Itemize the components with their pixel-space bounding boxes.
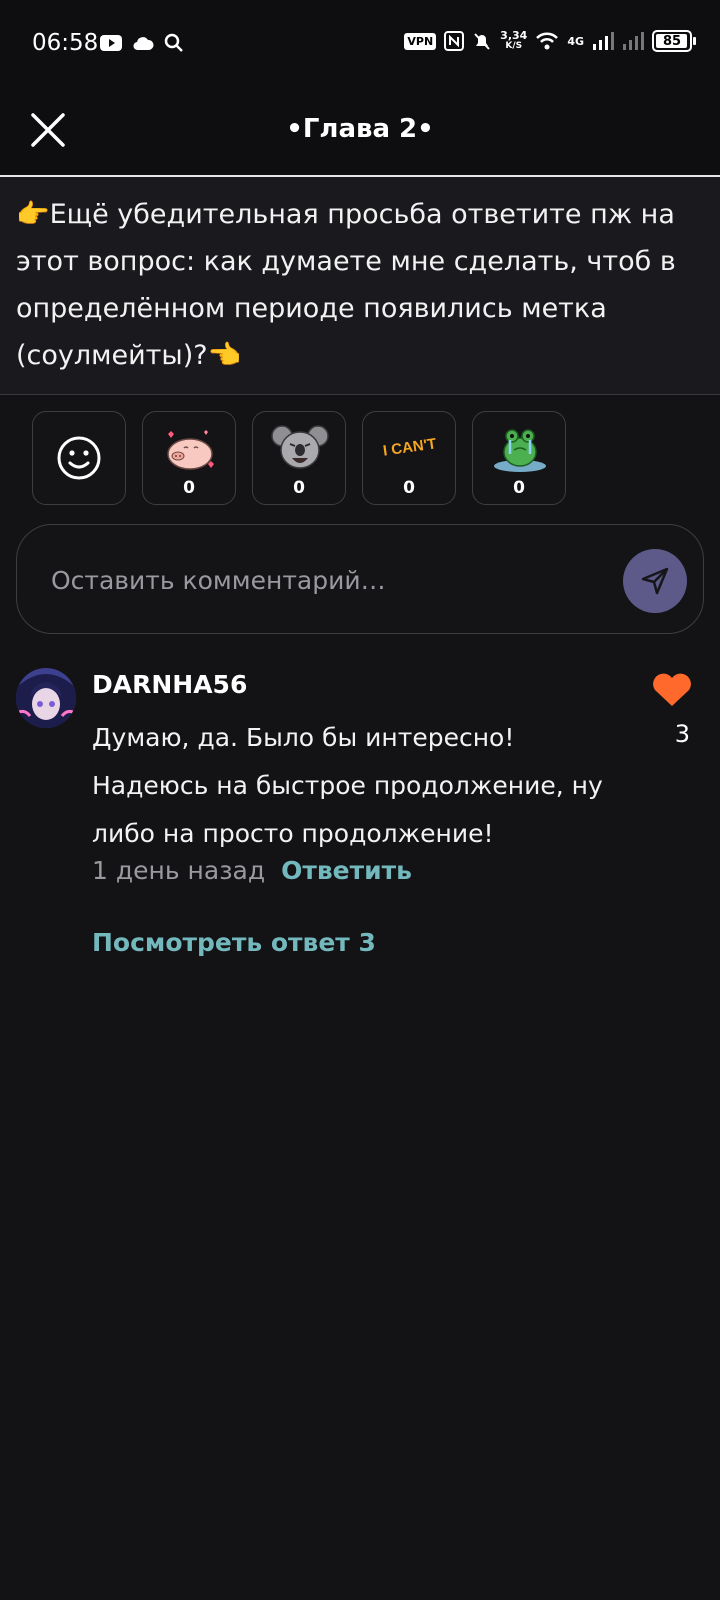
emoji-smile-icon (57, 436, 100, 479)
comment-text: Думаю, да. Было бы интересно! Надеюсь на… (92, 723, 603, 848)
speed-value: 3,34 (500, 29, 528, 42)
comment-composer (16, 524, 704, 634)
cloud-icon (133, 37, 154, 51)
reply-button[interactable]: Ответить (281, 856, 412, 885)
reaction-pig[interactable]: 0 (142, 411, 236, 505)
frog-crying-sticker (494, 429, 546, 472)
wifi-icon (536, 32, 559, 50)
vpn-badge: VPN (404, 32, 437, 50)
send-button[interactable] (623, 549, 687, 613)
mute-bell-icon (474, 33, 490, 50)
reaction-count: 0 (403, 478, 415, 498)
author-notice: 👉Ещё убедительная просьба ответите пж на… (0, 177, 720, 395)
reaction-count: 0 (183, 478, 195, 498)
signal-icon (593, 32, 614, 50)
youtube-icon (100, 35, 122, 51)
status-time: 06:58 (32, 30, 99, 56)
comment-time: 1 день назад (92, 856, 266, 885)
nfc-icon (444, 31, 465, 51)
like-count: 3 (674, 720, 690, 748)
notice-text: 👉Ещё убедительная просьба ответите пж на… (16, 199, 676, 371)
i-cant-text: I CAN'T (382, 435, 437, 459)
add-reaction-button[interactable] (32, 411, 126, 505)
reaction-i-cant[interactable]: I CAN'T 0 (362, 411, 456, 505)
comment-author[interactable]: DARNHA56 (92, 670, 247, 699)
reaction-bar: 0 0 I CAN'T 0 0 (32, 411, 566, 505)
reaction-count: 0 (293, 478, 305, 498)
send-icon (641, 567, 669, 595)
reaction-frog[interactable]: 0 (472, 411, 566, 505)
battery-indicator: 85 (652, 30, 696, 52)
comment-input[interactable] (49, 555, 573, 605)
pig-hearts-sticker (167, 430, 214, 470)
chapter-header: •Глава 2• (0, 90, 720, 177)
signal-2-icon (623, 32, 644, 50)
reaction-koala[interactable]: 0 (252, 411, 346, 505)
network-type: 4G (567, 34, 584, 48)
view-replies-link[interactable]: Посмотреть ответ 3 (92, 928, 376, 957)
search-icon (164, 33, 183, 52)
battery-level: 85 (662, 33, 682, 49)
i-cant-sticker: I CAN'T (382, 435, 437, 459)
heart-icon[interactable] (650, 672, 694, 708)
speed-unit: K/S (505, 41, 523, 51)
status-bar: 06:58 VPN 3,34 K/S 4G 85 (0, 0, 720, 90)
koala-laugh-sticker (271, 425, 329, 469)
page-title: •Глава 2• (286, 114, 434, 144)
reaction-count: 0 (513, 478, 525, 498)
avatar[interactable] (16, 668, 76, 728)
